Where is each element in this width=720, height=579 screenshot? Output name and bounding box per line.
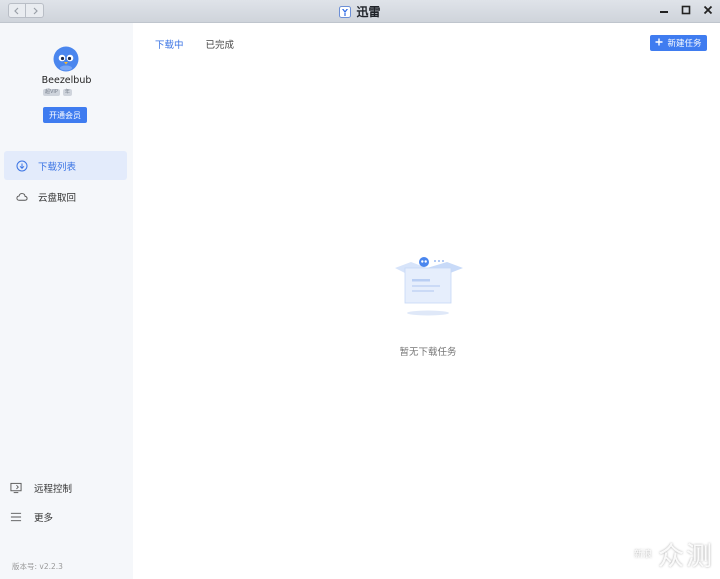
download-tabs: 下载中 已完成 xyxy=(155,37,234,51)
open-vip-button[interactable]: 开通会员 xyxy=(43,107,87,123)
sidebar-item-more[interactable]: 更多 xyxy=(10,510,53,524)
sidebar-item-label: 下载列表 xyxy=(38,161,77,173)
main-content: 下载中 已完成 新建任务 暂无下载任务 xyxy=(133,23,720,579)
sidebar-item-label: 更多 xyxy=(34,513,54,524)
minimize-icon[interactable] xyxy=(658,3,670,17)
tab-downloading[interactable]: 下载中 xyxy=(155,37,184,51)
sidebar-item-remote-control[interactable]: 远程控制 xyxy=(10,481,72,495)
close-icon[interactable] xyxy=(702,3,714,17)
version-label: 版本号: xyxy=(12,562,38,571)
cloud-icon xyxy=(16,191,28,203)
new-task-button[interactable]: 新建任务 xyxy=(650,35,707,51)
vip-tags: 超VIP 年 xyxy=(43,89,72,96)
remote-monitor-icon xyxy=(10,482,22,494)
empty-box-illustration xyxy=(391,255,467,317)
version-info: 版本号: v2.2.3 xyxy=(12,561,63,572)
download-circle-icon xyxy=(16,160,28,172)
version-number: v2.2.3 xyxy=(39,562,63,571)
username: Beezelbub xyxy=(41,75,92,86)
tab-completed[interactable]: 已完成 xyxy=(206,37,235,51)
sidebar-item-download-list[interactable]: 下载列表 xyxy=(4,151,127,180)
window-controls xyxy=(658,3,714,17)
sidebar-item-label: 云盘取回 xyxy=(38,192,77,204)
watermark: 新浪 众测 xyxy=(634,536,714,573)
empty-state-text: 暂无下载任务 xyxy=(399,347,457,358)
avatar[interactable] xyxy=(51,43,81,73)
sidebar-item-cloud-retrieve[interactable]: 云盘取回 xyxy=(4,182,127,211)
window-title-text: 迅雷 xyxy=(356,5,381,19)
hamburger-menu-icon xyxy=(10,511,22,523)
watermark-big: 众测 xyxy=(657,542,714,572)
xunlei-logo-icon xyxy=(339,5,352,18)
maximize-icon[interactable] xyxy=(680,3,692,17)
vip-year-tag: 年 xyxy=(62,89,72,96)
vip-tag: 超VIP xyxy=(43,89,60,96)
title-bar: 迅雷 xyxy=(0,0,720,23)
new-task-label: 新建任务 xyxy=(667,39,702,49)
plus-icon xyxy=(655,38,663,49)
watermark-small: 新浪 xyxy=(633,549,652,560)
sidebar-item-label: 远程控制 xyxy=(34,484,73,495)
window-title: 迅雷 xyxy=(0,3,720,20)
sidebar: Beezelbub 超VIP 年 开通会员 下载列表 云盘取回 远程控制 更多 … xyxy=(0,23,133,579)
